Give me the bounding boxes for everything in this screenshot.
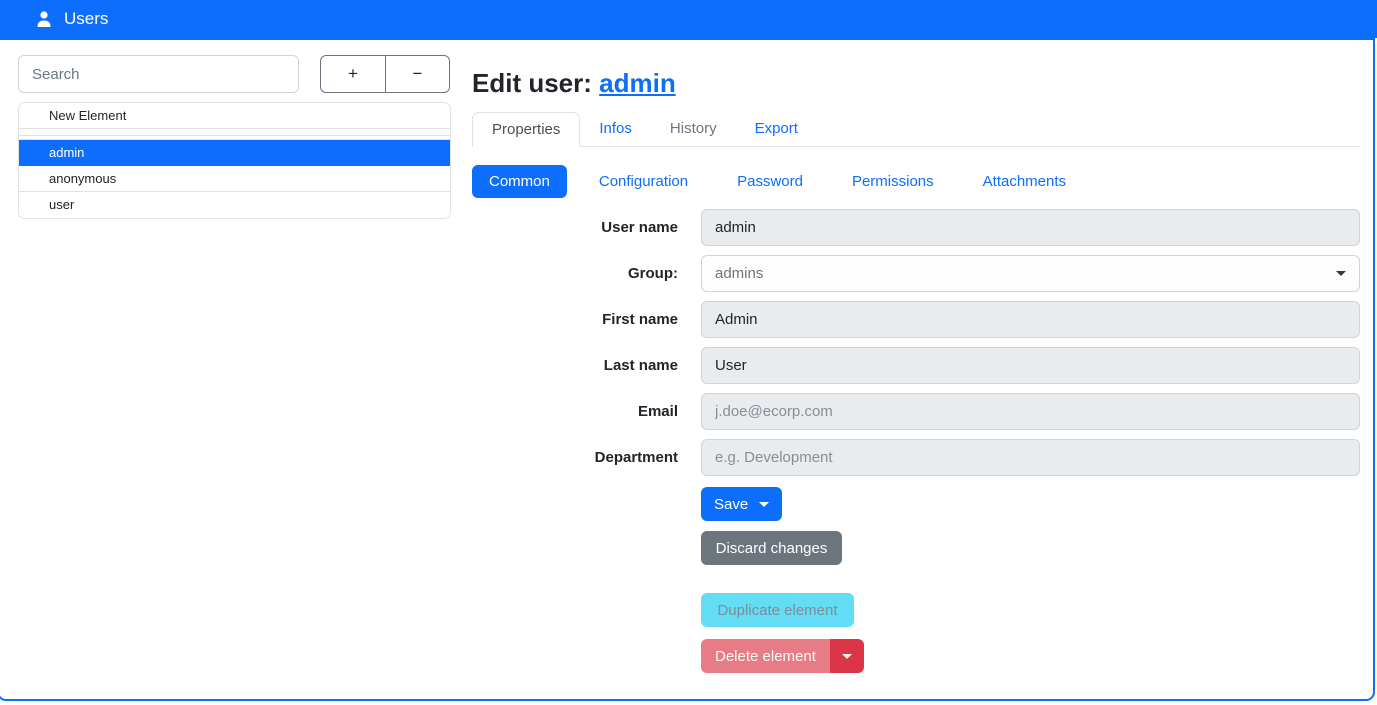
user-icon xyxy=(34,9,54,29)
save-button-label: Save xyxy=(714,496,748,513)
list-item-anonymous[interactable]: anonymous xyxy=(19,166,450,192)
list-item-spacer xyxy=(19,129,450,136)
edited-user-link[interactable]: admin xyxy=(599,68,676,98)
delete-dropdown-toggle[interactable] xyxy=(830,639,864,673)
sidebar-toolbar: + − xyxy=(18,55,450,93)
app-title: Users xyxy=(64,9,108,29)
subtab-common[interactable]: Common xyxy=(472,165,567,198)
list-item-user[interactable]: user xyxy=(19,192,450,218)
tab-infos[interactable]: Infos xyxy=(580,112,651,147)
form-row: First name xyxy=(472,301,1360,338)
duplicate-element-button[interactable]: Duplicate element xyxy=(701,593,854,627)
firstname-label: First name xyxy=(472,311,701,328)
caret-down-icon xyxy=(1336,271,1346,276)
username-field[interactable] xyxy=(701,209,1360,246)
top-navbar: Users xyxy=(0,0,1377,38)
email-field[interactable] xyxy=(701,393,1360,430)
firstname-field[interactable] xyxy=(701,301,1360,338)
subtab-attachments[interactable]: Attachments xyxy=(966,165,1083,198)
subtab-permissions[interactable]: Permissions xyxy=(835,165,951,198)
remove-element-button[interactable]: − xyxy=(385,55,450,93)
department-label: Department xyxy=(472,449,701,466)
user-form: User name Group: admins First name Last … xyxy=(472,209,1360,476)
tab-export[interactable]: Export xyxy=(736,112,817,147)
discard-changes-button[interactable]: Discard changes xyxy=(701,531,842,565)
add-element-button[interactable]: + xyxy=(320,55,385,93)
email-label: Email xyxy=(472,403,701,420)
caret-down-icon xyxy=(842,654,852,659)
list-edit-button-group: + − xyxy=(320,55,450,93)
list-item-admin[interactable]: admin xyxy=(19,140,450,166)
lastname-label: Last name xyxy=(472,357,701,374)
username-label: User name xyxy=(472,219,701,236)
group-select[interactable]: admins xyxy=(701,255,1360,292)
subtab-bar: Common Configuration Password Permission… xyxy=(472,165,1360,198)
group-label: Group: xyxy=(472,265,701,282)
element-list: New Element admin anonymous user xyxy=(18,102,451,219)
department-field[interactable] xyxy=(701,439,1360,476)
delete-split-button: Delete element xyxy=(701,639,1360,673)
caret-down-icon xyxy=(759,502,769,507)
form-row: Group: admins xyxy=(472,255,1360,292)
form-row: Last name xyxy=(472,347,1360,384)
sidebar: + − New Element admin anonymous user xyxy=(0,55,450,699)
form-row: Department xyxy=(472,439,1360,476)
form-row: Email xyxy=(472,393,1360,430)
form-row: User name xyxy=(472,209,1360,246)
main-panel: Edit user: admin Properties Infos Histor… xyxy=(450,55,1377,699)
delete-element-button[interactable]: Delete element xyxy=(701,639,830,673)
save-button[interactable]: Save xyxy=(701,487,782,521)
page-title-prefix: Edit user: xyxy=(472,68,599,98)
lastname-field[interactable] xyxy=(701,347,1360,384)
search-input[interactable] xyxy=(18,55,299,93)
subtab-configuration[interactable]: Configuration xyxy=(582,165,705,198)
subtab-password[interactable]: Password xyxy=(720,165,820,198)
page-title: Edit user: admin xyxy=(472,68,1360,99)
tab-properties[interactable]: Properties xyxy=(472,112,580,147)
group-select-value: admins xyxy=(715,265,763,282)
tab-history: History xyxy=(651,112,736,147)
content-shell: + − New Element admin anonymous user Edi… xyxy=(0,38,1375,701)
list-item-new-element[interactable]: New Element xyxy=(19,103,450,129)
action-buttons: Save Discard changes Duplicate element D… xyxy=(701,485,1360,673)
tab-bar: Properties Infos History Export xyxy=(472,112,1360,147)
